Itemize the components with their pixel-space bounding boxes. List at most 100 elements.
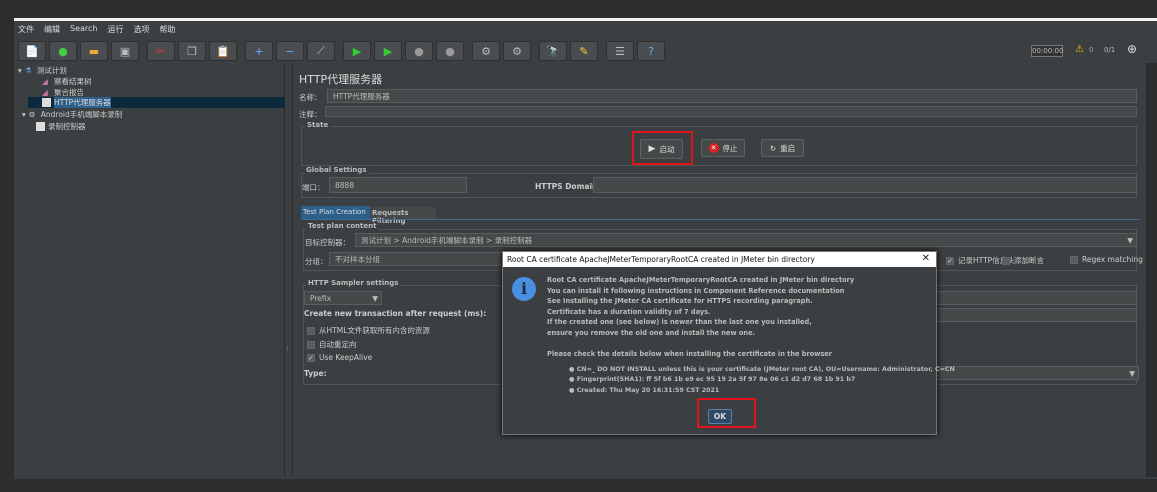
dialog-line: Root CA certificate ApacheJMeterTemporar… xyxy=(547,276,855,284)
menu-run[interactable]: 运行 xyxy=(107,24,123,35)
copy-icon[interactable]: ❐ xyxy=(178,41,206,61)
restart-button[interactable]: ↻ 重启 xyxy=(761,139,804,157)
paste-icon[interactable]: 📋 xyxy=(209,41,237,61)
expand-icon[interactable]: + xyxy=(245,41,273,61)
checkbox-checked-icon: ✓ xyxy=(307,354,315,362)
tree-node-http-proxy[interactable]: HTTP代理服务器 xyxy=(28,97,285,108)
clear-icon[interactable]: ⚙ xyxy=(472,41,500,61)
open-icon[interactable]: ▬ xyxy=(80,41,108,61)
type-select[interactable]: ▼ xyxy=(933,366,1139,380)
dialog-line: If the created one (see below) is newer … xyxy=(547,318,812,326)
regex-matching-checkbox[interactable]: Regex matching xyxy=(1070,255,1143,264)
save-icon[interactable]: ▣ xyxy=(111,41,139,61)
menu-file[interactable]: 文件 xyxy=(18,24,34,35)
search-icon[interactable]: 🔭 xyxy=(539,41,567,61)
start-icon[interactable]: ▶ xyxy=(343,41,371,61)
checkbox-icon xyxy=(1002,257,1010,265)
remote-icon[interactable]: ⊕ xyxy=(1127,42,1137,56)
stop-button[interactable]: ✕ 停止 xyxy=(701,139,745,157)
prefix-select[interactable]: Prefix ▼ xyxy=(304,291,382,305)
port-label: 端口： xyxy=(302,183,325,192)
transaction-label: Create new transaction after request (ms… xyxy=(304,309,487,318)
menu-edit[interactable]: 编辑 xyxy=(44,24,60,35)
transaction-input[interactable] xyxy=(933,308,1137,322)
tree-node-recording-controller[interactable]: 录制控制器 xyxy=(36,121,86,132)
menu-help[interactable]: 帮助 xyxy=(159,24,175,35)
tree-label: Android手机端脚本录制 xyxy=(40,110,123,119)
function-helper-icon[interactable]: ☰ xyxy=(606,41,634,61)
target-controller-select[interactable]: 测试计划 > Android手机端脚本录制 > 录制控制器 ▼ xyxy=(355,233,1137,247)
name-label: 名称： xyxy=(299,93,322,102)
chevron-down-icon: ▼ xyxy=(372,294,378,303)
cut-icon[interactable]: ✂ xyxy=(147,41,175,61)
dialog-line: Please check the details below when inst… xyxy=(547,350,833,358)
add-assertions-checkbox[interactable]: 添加断言 xyxy=(1002,255,1044,266)
warning-count: 0 xyxy=(1089,46,1094,54)
start-no-pause-icon[interactable]: ▶ xyxy=(374,41,402,61)
help-icon[interactable]: ? xyxy=(637,41,665,61)
restart-label: 重启 xyxy=(780,143,796,153)
https-domains-input[interactable] xyxy=(593,177,1137,193)
toggle-icon[interactable]: ⟋ xyxy=(307,41,335,61)
tree-node-android-recording[interactable]: ▾ ⚙ Android手机端脚本录制 xyxy=(22,109,122,120)
page-title: HTTP代理服务器 xyxy=(299,73,383,86)
menu-options[interactable]: 选项 xyxy=(133,24,149,35)
target-controller-value: 测试计划 > Android手机端脚本录制 > 录制控制器 xyxy=(361,236,533,245)
bullet-text: Created: Thu May 20 16:31:59 CST 2021 xyxy=(576,387,720,394)
tab-test-plan-creation[interactable]: Test Plan Creation xyxy=(301,206,370,219)
dialog-line: Certificate has a duration validity of 7… xyxy=(547,308,711,316)
menu-search[interactable]: Search xyxy=(70,24,97,35)
name-input[interactable]: HTTP代理服务器 xyxy=(327,89,1137,103)
close-icon[interactable]: ✕ xyxy=(922,253,930,264)
elapsed-timer: 00:00:00 xyxy=(1031,45,1064,57)
splitter-handle[interactable]: ⁞ xyxy=(286,345,288,353)
comment-label: 注释： xyxy=(299,110,322,119)
warning-icon[interactable]: ⚠ xyxy=(1075,44,1084,55)
dialog-title: Root CA certificate ApacheJMeterTemporar… xyxy=(503,252,936,267)
chart-icon: ◢ xyxy=(42,77,48,86)
ok-highlight-box xyxy=(697,398,756,428)
start-highlight-box xyxy=(632,131,693,165)
chevron-down-icon: ▼ xyxy=(1127,236,1133,245)
tree-label: 录制控制器 xyxy=(48,122,86,131)
collapse-icon[interactable]: − xyxy=(276,41,304,61)
tree-node-test-plan[interactable]: ▾ ⚗ 测试计划 xyxy=(18,65,67,76)
keepalive-label: Use KeepAlive xyxy=(319,353,373,362)
checkbox-icon xyxy=(307,327,315,335)
comment-input[interactable] xyxy=(325,106,1137,117)
stop-icon[interactable]: ● xyxy=(405,41,433,61)
dialog-line: You can install it following instruction… xyxy=(547,287,845,295)
target-controller-label: 目标控制器： xyxy=(305,238,350,247)
state-title: State xyxy=(305,121,331,129)
checkbox-icon xyxy=(1070,256,1078,264)
bullet-text: CN=_ DO NOT INSTALL unless this is your … xyxy=(576,366,955,373)
tree-label: 察看结果树 xyxy=(54,77,92,86)
dialog-bullet: ● Fingerprint(SHA1): ff 5f b6 1b e9 ec 9… xyxy=(569,376,856,383)
shutdown-icon[interactable]: ● xyxy=(436,41,464,61)
naming-input[interactable] xyxy=(933,291,1137,305)
tree-label: 测试计划 xyxy=(36,66,67,75)
new-icon[interactable]: 📄 xyxy=(18,41,46,61)
port-input[interactable]: 8888 xyxy=(329,177,467,193)
tab-requests-filtering[interactable]: Requests Filtering xyxy=(370,207,436,225)
redirect-checkbox[interactable]: 自动重定向 xyxy=(307,339,357,350)
expand-arrow-icon[interactable]: ▾ xyxy=(22,110,26,119)
tree-node-view-results[interactable]: ◢ 察看结果树 xyxy=(42,76,92,87)
expand-arrow-icon[interactable]: ▾ xyxy=(18,66,22,75)
info-icon: i xyxy=(512,277,536,301)
chevron-down-icon: ▼ xyxy=(1129,369,1135,378)
keepalive-checkbox[interactable]: ✓ Use KeepAlive xyxy=(307,353,372,362)
tree-label: HTTP代理服务器 xyxy=(54,97,111,108)
reset-search-icon[interactable]: ✎ xyxy=(570,41,598,61)
test-plan-tree: ▾ ⚗ 测试计划 ◢ 察看结果树 ◢ 聚合报告 HTTP代理服务器 ▾ ⚙ Android手… xyxy=(14,63,285,477)
retrieve-resources-checkbox[interactable]: 从HTML文件获取所有内含的资源 xyxy=(307,325,430,336)
test-plan-content-title: Test plan content xyxy=(306,222,379,230)
templates-icon[interactable]: ● xyxy=(49,41,77,61)
controller-icon xyxy=(36,122,45,131)
global-settings-title: Global Settings xyxy=(304,166,369,174)
proxy-icon xyxy=(42,98,51,107)
dialog-line: See Installing the JMeter CA certificate… xyxy=(547,297,813,305)
chart-icon: ◢ xyxy=(42,88,48,97)
clear-all-icon[interactable]: ⚙ xyxy=(503,41,531,61)
grouping-select[interactable]: 不对样本分组 xyxy=(329,252,505,266)
